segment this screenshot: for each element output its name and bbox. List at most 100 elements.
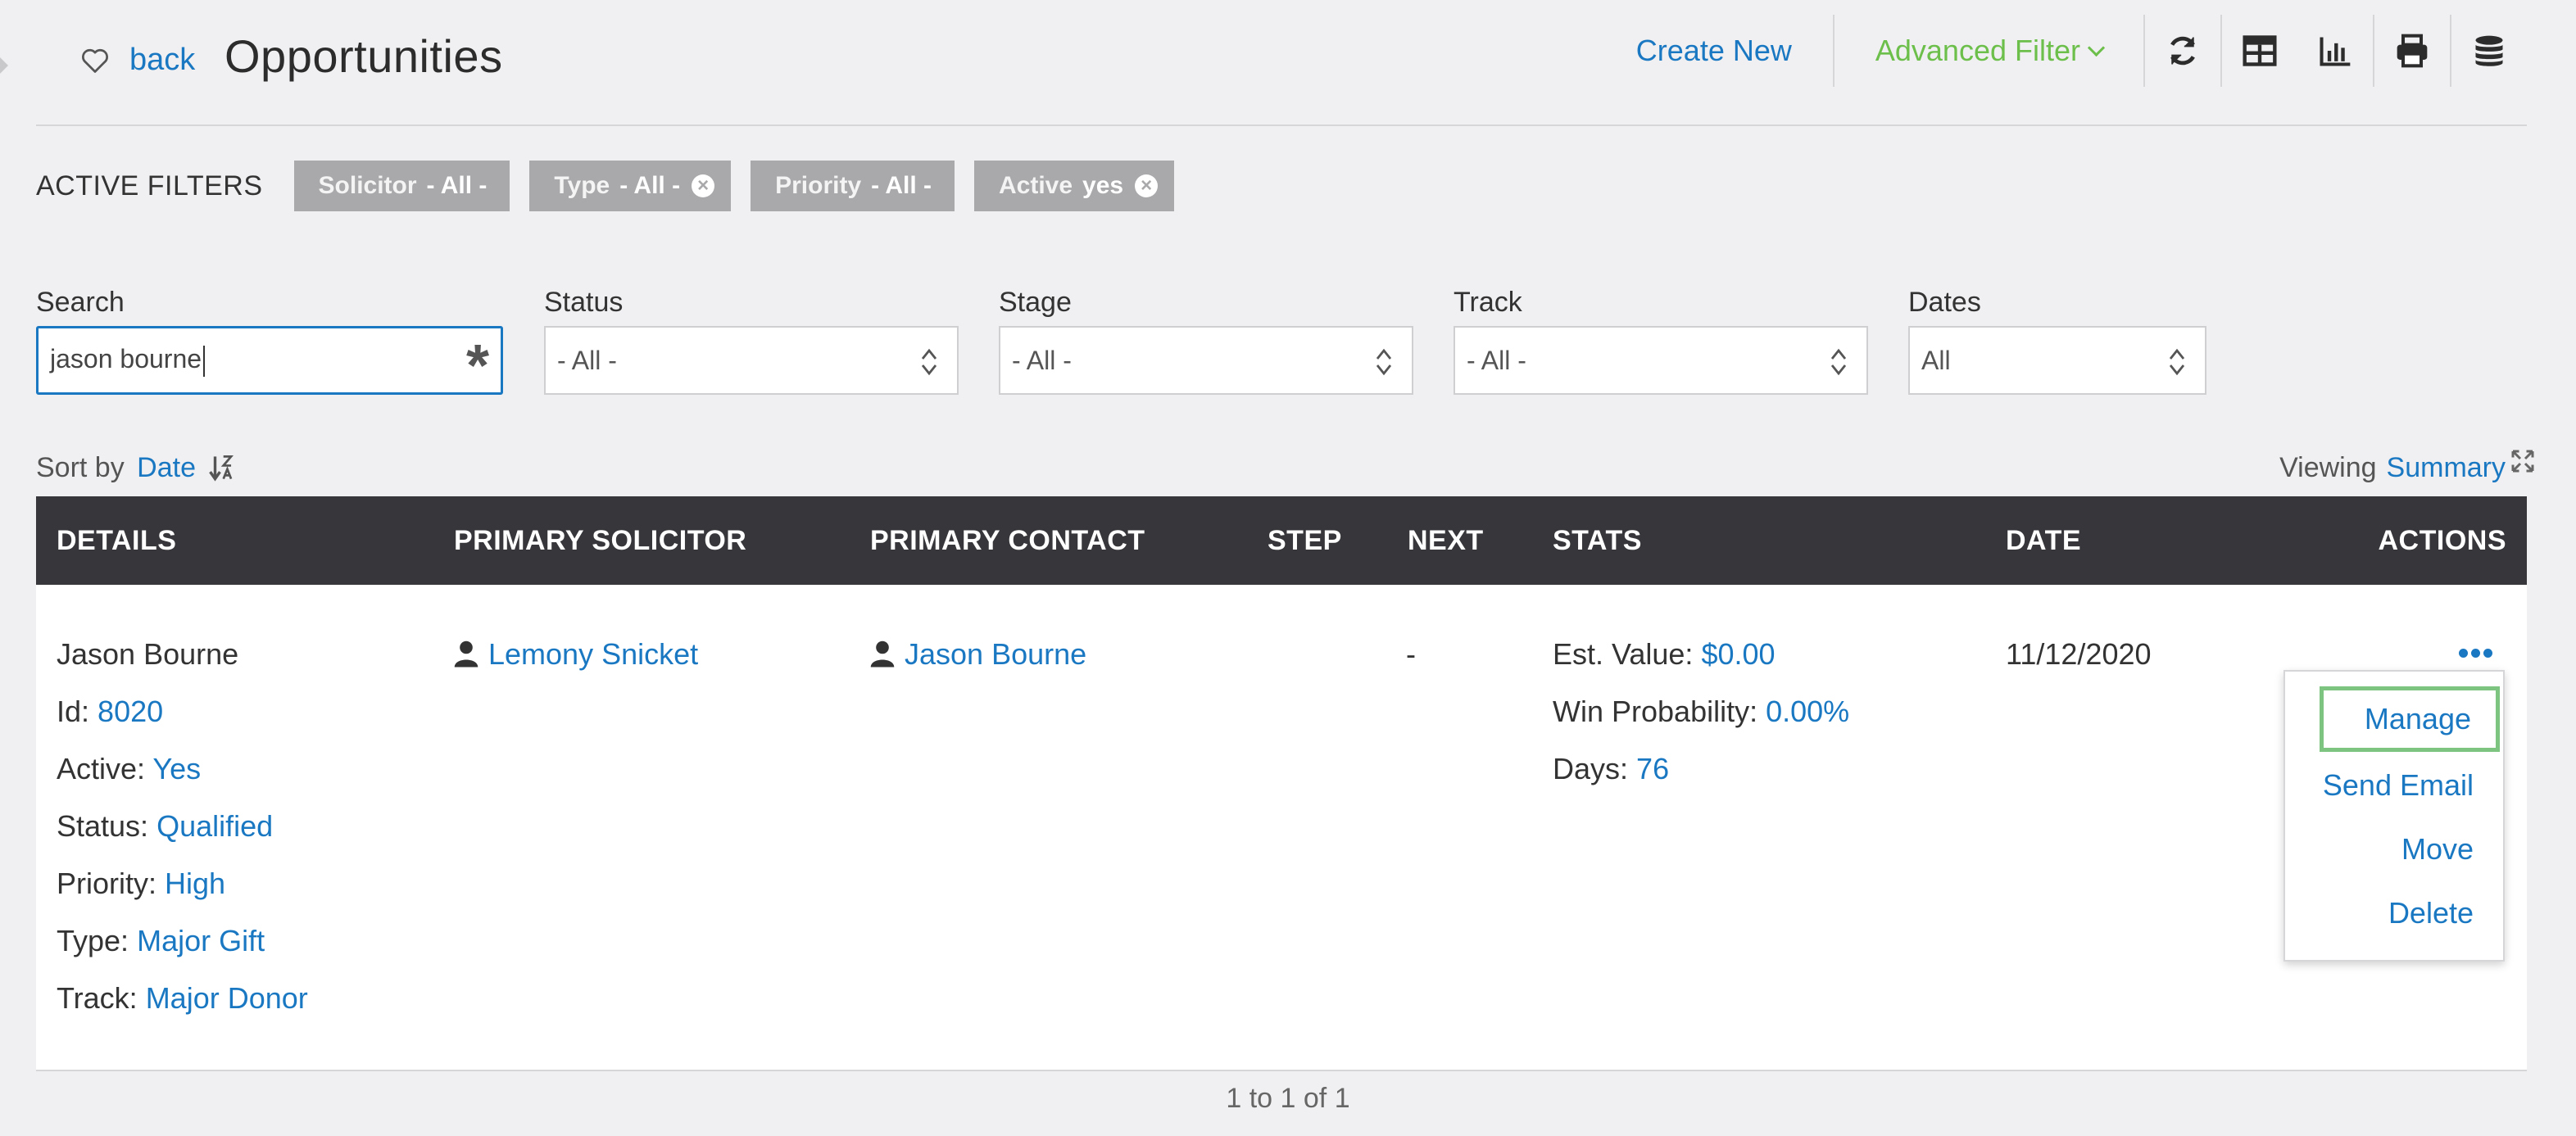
refresh-icon[interactable] — [2165, 33, 2201, 69]
stage-label: Stage — [999, 287, 1072, 318]
column-header-stats: STATS — [1553, 525, 1642, 556]
column-header-actions: ACTIONS — [2378, 525, 2506, 556]
filter-chip-key: Active — [999, 172, 1073, 199]
sort-descending-icon[interactable] — [208, 454, 236, 482]
stat-win-probability: Win Probability: 0.00% — [1553, 695, 1850, 728]
sort-prefix: Sort by — [36, 452, 125, 483]
search-input[interactable]: jason bourne * — [36, 326, 503, 396]
primary-solicitor-cell: Lemony Snicket — [454, 637, 698, 672]
detail-type-value[interactable]: Major Gift — [137, 924, 265, 957]
sort-field-link[interactable]: Date — [137, 452, 196, 483]
page-header: back Opportunities Create New Advanced F… — [0, 0, 2527, 126]
clear-search-icon[interactable]: * — [466, 337, 489, 396]
detail-track-value[interactable]: Major Donor — [146, 981, 308, 1015]
stat-days-link[interactable]: 76 — [1636, 752, 1669, 785]
remove-filter-icon[interactable]: × — [692, 174, 715, 197]
column-header-details: DETAILS — [57, 525, 177, 556]
actions-menu-button[interactable] — [2459, 649, 2492, 658]
dot — [2471, 649, 2480, 658]
updown-chevron-icon — [921, 348, 937, 376]
toolbar-divider — [2373, 15, 2374, 87]
filter-chip-value: - All - — [426, 172, 488, 199]
table-header: DETAILS PRIMARY SOLICITOR PRIMARY CONTAC… — [36, 496, 2527, 585]
detail-active-value[interactable]: Yes — [152, 752, 201, 785]
stat-days: Days: 76 — [1553, 752, 1670, 785]
column-header-primary-contact: PRIMARY CONTACT — [870, 525, 1145, 556]
track-select-value: - All - — [1467, 345, 1526, 375]
print-icon[interactable] — [2394, 33, 2430, 69]
toolbar-divider — [2143, 15, 2145, 87]
filter-chip-key: Type — [554, 172, 610, 199]
detail-id-value[interactable]: 8020 — [98, 695, 163, 728]
filter-chip-key: Solicitor — [318, 172, 417, 199]
status-select-value: - All - — [557, 345, 617, 375]
stage-select[interactable]: - All - — [999, 326, 1413, 395]
menu-item-send-email[interactable]: Send Email — [2323, 768, 2474, 803]
filter-chip-value: - All - — [871, 172, 932, 199]
person-icon — [870, 640, 895, 668]
column-header-step: STEP — [1268, 525, 1342, 556]
stage-select-value: - All - — [1012, 345, 1072, 375]
menu-item-move[interactable]: Move — [2401, 832, 2474, 867]
database-icon[interactable] — [2471, 33, 2507, 69]
column-header-next: NEXT — [1408, 525, 1484, 556]
menu-item-manage[interactable]: Manage — [2319, 686, 2500, 752]
next-cell: - — [1406, 637, 1416, 671]
filter-chip-type[interactable]: Type - All - × — [529, 161, 732, 211]
create-new-button[interactable]: Create New — [1595, 34, 1833, 68]
detail-priority: Priority: High — [57, 867, 226, 900]
back-link[interactable]: back — [129, 43, 195, 78]
detail-status: Status: Qualified — [57, 809, 274, 843]
heart-icon[interactable] — [80, 46, 110, 75]
date-link[interactable]: 11/12/2020 — [2006, 637, 2152, 672]
updown-chevron-icon — [1376, 348, 1392, 376]
chart-icon[interactable] — [2317, 33, 2353, 69]
detail-id: Id: 8020 — [57, 695, 164, 728]
toolbar: Create New Advanced Filter — [1595, 15, 2527, 87]
detail-type: Type: Major Gift — [57, 924, 265, 957]
filter-chip-value: - All - — [619, 172, 681, 199]
track-select[interactable]: - All - — [1454, 326, 1868, 395]
filter-chip-priority[interactable]: Priority - All - — [751, 161, 955, 211]
detail-priority-value[interactable]: High — [165, 867, 225, 900]
active-filters: ACTIVE FILTERS Solicitor - All - Type - … — [36, 161, 1194, 211]
stat-win-probability-link[interactable]: 0.00% — [1766, 695, 1849, 728]
primary-contact-link[interactable]: Jason Bourne — [905, 637, 1086, 671]
page-title: Opportunities — [224, 30, 503, 82]
side-panel-arrow-icon[interactable] — [0, 57, 8, 74]
filter-chip-value: yes — [1082, 172, 1124, 199]
detail-status-value[interactable]: Qualified — [156, 809, 273, 843]
column-header-date: DATE — [2006, 525, 2082, 556]
advanced-filter-button[interactable]: Advanced Filter — [1834, 34, 2143, 68]
sort-control: Sort by Date — [36, 452, 236, 484]
dot — [2459, 649, 2468, 658]
updown-chevron-icon — [2169, 348, 2185, 376]
updown-chevron-icon — [1830, 348, 1847, 376]
menu-item-delete[interactable]: Delete — [2388, 896, 2474, 930]
toolbar-divider — [2220, 15, 2222, 87]
primary-contact-cell: Jason Bourne — [870, 637, 1086, 672]
opportunity-name-link[interactable]: Jason Bourne — [57, 637, 238, 672]
toolbar-divider — [2450, 15, 2451, 87]
track-label: Track — [1454, 287, 1522, 318]
status-select[interactable]: - All - — [544, 326, 959, 395]
filter-chip-solicitor[interactable]: Solicitor - All - — [293, 161, 510, 211]
actions-dropdown-menu: Manage Send Email Move Delete — [2283, 670, 2505, 962]
dates-select[interactable]: All — [1908, 326, 2206, 395]
active-filters-label: ACTIVE FILTERS — [36, 170, 263, 201]
column-header-primary-solicitor: PRIMARY SOLICITOR — [454, 525, 747, 556]
expand-icon[interactable] — [2510, 449, 2535, 473]
stat-est-value: Est. Value: $0.00 — [1553, 637, 1776, 671]
viewing-prefix: Viewing — [2279, 452, 2377, 483]
remove-filter-icon[interactable]: × — [1135, 174, 1159, 197]
primary-solicitor-link[interactable]: Lemony Snicket — [488, 637, 698, 671]
stat-est-value-link[interactable]: $0.00 — [1701, 637, 1775, 671]
person-icon — [454, 640, 478, 668]
advanced-filter-label: Advanced Filter — [1875, 34, 2080, 67]
table-icon[interactable] — [2242, 33, 2278, 69]
viewing-mode-link[interactable]: Summary — [2387, 452, 2506, 484]
detail-active: Active: Yes — [57, 752, 202, 785]
filter-chip-active[interactable]: Active yes × — [974, 161, 1175, 211]
search-input-value: jason bourne — [50, 344, 501, 377]
opportunities-table: DETAILS PRIMARY SOLICITOR PRIMARY CONTAC… — [36, 496, 2527, 1071]
